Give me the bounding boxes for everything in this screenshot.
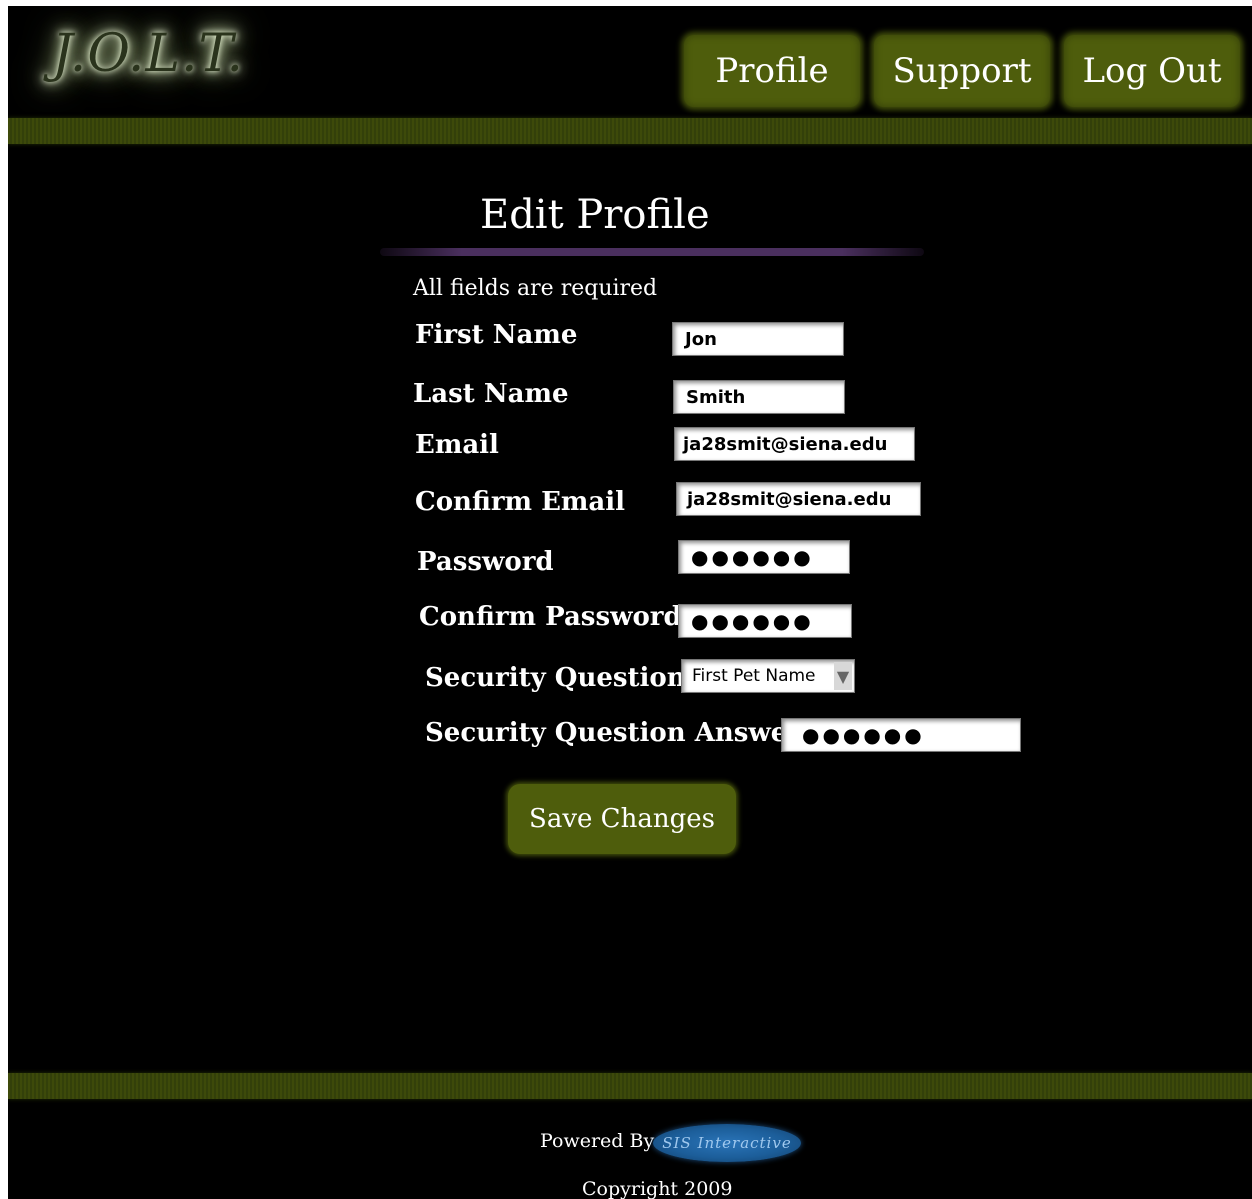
required-note: All fields are required <box>413 276 658 301</box>
title-underline <box>380 248 924 256</box>
password-field[interactable]: ●●●●●● <box>678 540 850 574</box>
nav-support-button[interactable]: Support <box>874 35 1050 107</box>
powered-by-logo[interactable]: SIS Interactive <box>653 1124 801 1162</box>
password-label: Password <box>417 547 554 577</box>
header-divider-band <box>8 118 1252 144</box>
confirm-password-label: Confirm Password <box>419 602 682 632</box>
security-question-value: First Pet Name <box>692 666 816 686</box>
powered-by-text: Powered By <box>540 1130 655 1152</box>
last-name-label: Last Name <box>413 379 569 409</box>
page: J.O.L.T. Profile Support Log Out Edit Pr… <box>8 6 1252 1199</box>
security-answer-label: Security Question Answer <box>425 718 802 748</box>
security-question-select[interactable]: First Pet Name ▼ <box>681 659 855 693</box>
last-name-field[interactable]: Smith <box>673 380 845 414</box>
confirm-password-field[interactable]: ●●●●●● <box>678 604 852 638</box>
page-title: Edit Profile <box>480 192 710 238</box>
nav-profile-button[interactable]: Profile <box>684 35 860 107</box>
email-field[interactable]: ja28smit@siena.edu <box>674 427 915 461</box>
confirm-email-label: Confirm Email <box>415 487 626 517</box>
save-changes-button[interactable]: Save Changes <box>508 784 736 854</box>
security-answer-field[interactable]: ●●●●●● <box>781 718 1021 752</box>
arrow-down-icon[interactable]: ▼ <box>834 662 852 690</box>
nav-logout-button[interactable]: Log Out <box>1064 35 1240 107</box>
footer-divider-band <box>8 1073 1252 1099</box>
confirm-email-field[interactable]: ja28smit@siena.edu <box>676 482 921 516</box>
first-name-field[interactable]: Jon <box>672 322 844 356</box>
powered-by-logo-text: SIS Interactive <box>662 1134 792 1152</box>
copyright-text: Copyright 2009 <box>582 1178 733 1199</box>
logo[interactable]: J.O.L.T. <box>52 24 244 84</box>
security-question-label: Security Question <box>425 663 686 693</box>
first-name-label: First Name <box>415 320 578 350</box>
email-label: Email <box>415 430 499 460</box>
